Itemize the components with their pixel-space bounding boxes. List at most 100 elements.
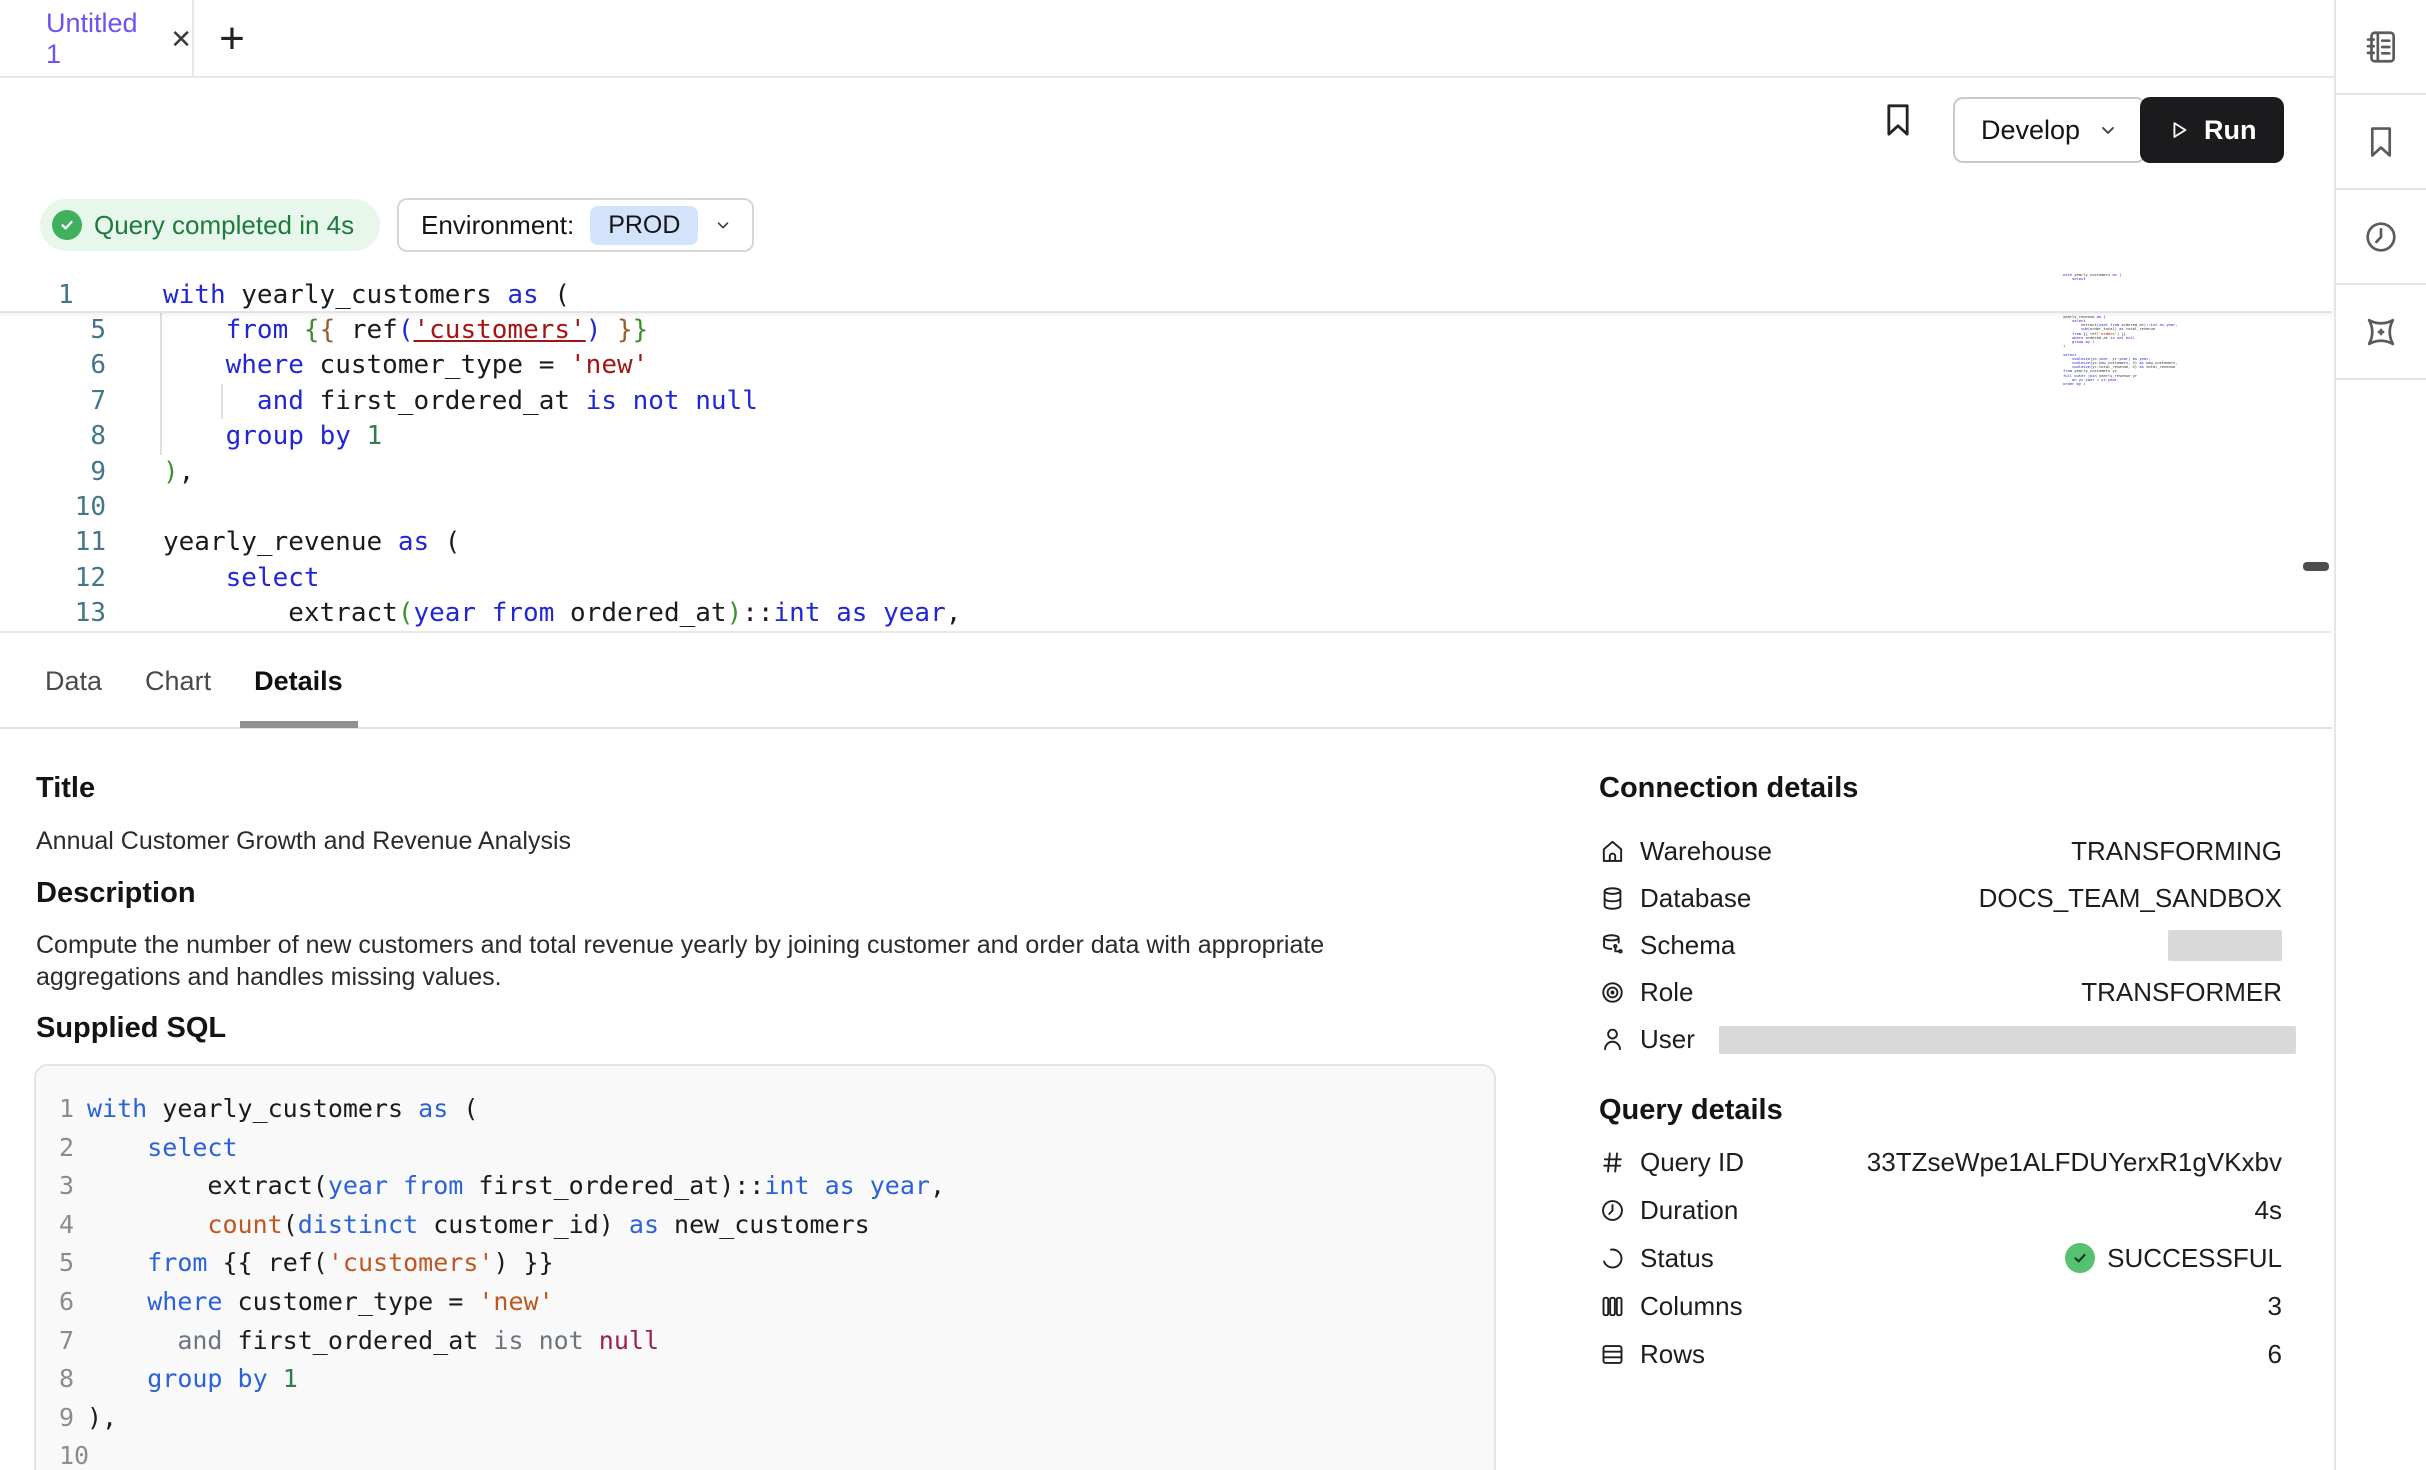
new-tab-button[interactable]: +	[196, 0, 268, 78]
line-number: 4	[36, 1206, 84, 1245]
spinner-icon	[1599, 1245, 1626, 1272]
code-text: with yearly_customers as (	[112, 280, 570, 311]
check-circle-icon	[52, 210, 82, 240]
notebook-icon	[2362, 28, 2400, 66]
code-line: 5 from {{ ref('customers') }}	[36, 1244, 1494, 1283]
tab-label: Details	[254, 666, 343, 697]
sidebar-button-sparkle-x[interactable]	[2336, 285, 2426, 380]
line-number: 6	[36, 1283, 84, 1322]
warehouse-row: Warehouse TRANSFORMING	[1599, 828, 2296, 875]
columns-row: Columns3	[1599, 1282, 2296, 1330]
environment-value-badge: PROD	[590, 206, 698, 245]
status-value: SUCCESSFUL	[2065, 1243, 2296, 1274]
line-number: 10	[36, 1437, 84, 1470]
right-icon-sidebar	[2334, 0, 2426, 1470]
query-details-heading: Query details	[1599, 1094, 1783, 1127]
detail-label: Query ID	[1640, 1147, 1744, 1178]
line-number: 5	[0, 313, 112, 348]
code-text: with yearly_customers as (	[84, 1090, 478, 1129]
code-line: 1with yearly_customers as (	[36, 1090, 1494, 1129]
code-text	[112, 490, 163, 525]
code-line: 8 group by 1	[36, 1360, 1494, 1399]
line-number: 13	[0, 596, 112, 631]
duration-row: Duration4s	[1599, 1186, 2296, 1234]
description-heading: Description	[36, 877, 196, 910]
line-number: 2	[36, 1129, 84, 1168]
detail-label: User	[1640, 1024, 1695, 1055]
code-line: 8 group by 1	[0, 419, 2332, 454]
code-text: ),	[84, 1399, 117, 1438]
detail-label: Role	[1640, 977, 1693, 1008]
code-text: ),	[112, 455, 194, 490]
line-number: 9	[0, 455, 112, 490]
user-row: User	[1599, 1016, 2296, 1063]
tab-label: Chart	[145, 666, 211, 697]
warehouse-icon	[1599, 838, 1626, 865]
environment-label: Environment:	[421, 210, 574, 241]
develop-dropdown[interactable]: Develop	[1953, 97, 2146, 163]
code-line: 7 and first_ordered_at is not null	[0, 384, 2332, 419]
code-line: 11yearly_revenue as (	[0, 525, 2332, 560]
indent-guide	[160, 313, 162, 455]
code-text: select	[84, 1129, 238, 1168]
code-text: and first_ordered_at is not null	[84, 1322, 659, 1361]
code-line: 9),	[0, 455, 2332, 490]
tab-details[interactable]: Details	[254, 634, 343, 728]
redacted-value-bar	[1719, 1026, 2296, 1054]
hash-icon	[1599, 1149, 1626, 1176]
line-number: 12	[0, 561, 112, 596]
code-line: 1with yearly_customers as (	[0, 280, 2332, 311]
editor-scrollbar-thumb[interactable]	[2303, 562, 2329, 571]
query-details-rows: Query ID33TZseWpe1ALFDUYerxR1gVKxbvDurat…	[1599, 1138, 2296, 1378]
supplied-sql-heading: Supplied SQL	[36, 1012, 226, 1045]
status-text: SUCCESSFUL	[2107, 1243, 2282, 1274]
line-number: 7	[36, 1322, 84, 1361]
line-number: 1	[0, 280, 112, 311]
code-text: from {{ ref('customers') }}	[112, 313, 648, 348]
sql-editor[interactable]: 1with yearly_customers as ( 5 from {{ re…	[0, 280, 2332, 633]
query-id-row: Query ID33TZseWpe1ALFDUYerxR1gVKxbv	[1599, 1138, 2296, 1186]
schema-icon	[1599, 932, 1626, 959]
line-number: 5	[36, 1244, 84, 1283]
detail-label: Warehouse	[1640, 836, 1772, 867]
tab-bar: Untitled 1 ✕ +	[0, 0, 2334, 78]
detail-label: Database	[1640, 883, 1751, 914]
tab-chart[interactable]: Chart	[145, 634, 211, 728]
tab-untitled-1[interactable]: Untitled 1 ✕	[0, 0, 194, 78]
detail-value: TRANSFORMING	[2071, 836, 2296, 867]
ref-model-link[interactable]: 'customers'	[414, 315, 586, 345]
run-label: Run	[2204, 115, 2256, 146]
tab-data[interactable]: Data	[45, 634, 102, 728]
role-icon	[1599, 979, 1626, 1006]
code-line: 10	[0, 490, 2332, 525]
clock-icon	[1599, 1197, 1626, 1224]
run-button[interactable]: Run	[2140, 97, 2284, 163]
query-status-badge: Query completed in 4s	[40, 199, 380, 251]
sidebar-button-notebook[interactable]	[2336, 0, 2426, 95]
detail-label: Duration	[1640, 1195, 1738, 1226]
database-icon	[1599, 885, 1626, 912]
sidebar-button-bookmark[interactable]	[2336, 95, 2426, 190]
code-line: 6 where customer_type = 'new'	[36, 1283, 1494, 1322]
code-line: 9),	[36, 1399, 1494, 1438]
line-number: 11	[0, 525, 112, 560]
rows-row: Rows6	[1599, 1330, 2296, 1378]
line-number: 8	[36, 1360, 84, 1399]
code-text: from {{ ref('customers') }}	[84, 1244, 554, 1283]
editor-lines[interactable]: 5 from {{ ref('customers') }}6 where cus…	[0, 313, 2332, 632]
code-line: 3 extract(year from first_ordered_at)::i…	[36, 1167, 1494, 1206]
develop-label: Develop	[1981, 115, 2080, 146]
code-text: extract(year from ordered_at)::int as ye…	[112, 596, 961, 631]
code-text: select	[112, 561, 320, 596]
code-text: group by 1	[112, 419, 382, 454]
close-icon[interactable]: ✕	[170, 26, 192, 52]
detail-value: TRANSFORMER	[2081, 977, 2296, 1008]
code-text: count(distinct customer_id) as new_custo…	[84, 1206, 870, 1245]
code-text: extract(year from first_ordered_at)::int…	[84, 1167, 945, 1206]
environment-selector[interactable]: Environment: PROD	[397, 198, 754, 252]
bookmark-icon[interactable]	[1878, 100, 1918, 146]
indent-guide	[221, 384, 223, 419]
editor-sticky-line: 1with yearly_customers as (	[0, 280, 2332, 313]
sidebar-button-history-clock[interactable]	[2336, 190, 2426, 285]
line-number: 9	[36, 1399, 84, 1438]
